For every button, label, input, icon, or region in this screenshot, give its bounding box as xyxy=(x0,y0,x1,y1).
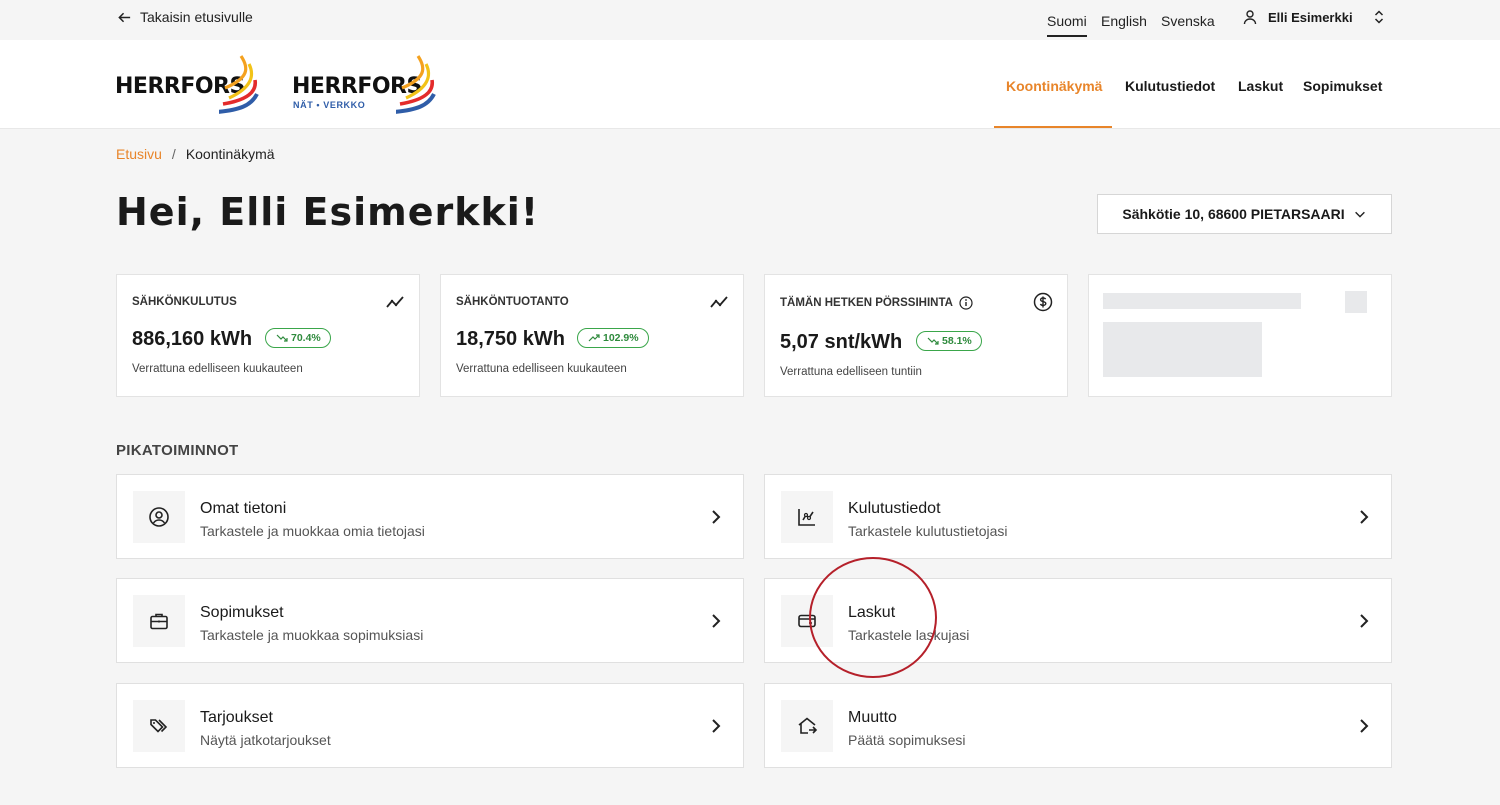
page-title: Hei, Elli Esimerkki! xyxy=(116,190,540,234)
chevron-right-icon xyxy=(1360,614,1369,628)
qa-icon-box xyxy=(133,491,185,543)
qa-subtitle: Tarkastele laskujasi xyxy=(848,627,970,643)
chevron-right-icon xyxy=(1360,510,1369,524)
chevron-right-icon xyxy=(1360,719,1369,733)
credit-card-icon xyxy=(798,614,816,628)
stat-value: 886,160 kWh xyxy=(132,328,253,350)
breadcrumb-current: Koontinäkymä xyxy=(185,146,275,162)
quick-actions-heading: PIKATOIMINNOT xyxy=(116,442,239,459)
nav-kulutustiedot[interactable]: Kulutustiedot xyxy=(1125,78,1215,94)
loading-skeleton-card xyxy=(1088,274,1392,397)
house-move-icon xyxy=(798,717,818,734)
logo-subtext: NÄT • VERKKO xyxy=(293,100,366,110)
chart-icon xyxy=(798,509,815,526)
quick-action-invoices[interactable]: Laskut Tarkastele laskujasi xyxy=(764,578,1392,663)
stat-card-spot-price: TÄMÄN HETKEN PÖRSSIHINTA 5,07 snt/kWh 58… xyxy=(764,274,1068,397)
user-name: Elli Esimerkki xyxy=(1268,9,1353,25)
lang-english[interactable]: English xyxy=(1101,13,1147,29)
change-value: 58.1% xyxy=(942,335,972,347)
address-selector[interactable]: Sähkötie 10, 68600 PIETARSAARI xyxy=(1097,194,1392,234)
qa-subtitle: Tarkastele kulutustietojasi xyxy=(848,523,1008,539)
tags-icon xyxy=(150,719,168,733)
stat-label: SÄHKÖNKULUTUS xyxy=(132,296,237,308)
quick-action-contracts[interactable]: Sopimukset Tarkastele ja muokkaa sopimuk… xyxy=(116,578,744,663)
quick-action-move[interactable]: Muutto Päätä sopimuksesi xyxy=(764,683,1392,768)
stat-card-consumption: SÄHKÖNKULUTUS 886,160 kWh 70.4% Verrattu… xyxy=(116,274,420,397)
chevron-right-icon xyxy=(712,510,721,524)
arrow-left-icon xyxy=(118,12,131,22)
qa-title: Omat tietoni xyxy=(200,500,287,517)
quick-action-consumption[interactable]: Kulutustiedot Tarkastele kulutustietojas… xyxy=(764,474,1392,559)
user-icon xyxy=(1243,10,1257,25)
herrfors-nat-verkko-logo[interactable]: HERRFORS NÄT • VERKKO xyxy=(292,54,437,116)
skeleton-block xyxy=(1103,322,1262,377)
chevron-down-icon xyxy=(1354,211,1365,218)
nav-laskut[interactable]: Laskut xyxy=(1238,78,1283,94)
qa-title: Laskut xyxy=(848,604,896,621)
back-link-label: Takaisin etusivulle xyxy=(140,9,253,25)
breadcrumb: Etusivu / Koontinäkymä xyxy=(116,146,275,162)
qa-subtitle: Tarkastele ja muokkaa omia tietojasi xyxy=(200,523,425,539)
chevron-right-icon xyxy=(712,719,721,733)
stat-value: 18,750 kWh xyxy=(456,328,565,350)
user-circle-icon xyxy=(149,507,169,527)
logo-swoosh-icon xyxy=(396,55,436,114)
qa-subtitle: Näytä jatkotarjoukset xyxy=(200,732,331,748)
stat-card-production: SÄHKÖNTUOTANTO 18,750 kWh 102.9% Verratt… xyxy=(440,274,744,397)
stat-note: Verrattuna edelliseen kuukauteen xyxy=(456,363,627,375)
change-value: 102.9% xyxy=(603,332,639,344)
trend-down-icon xyxy=(927,337,939,345)
user-menu[interactable]: Elli Esimerkki xyxy=(1242,9,1387,25)
qa-subtitle: Tarkastele ja muokkaa sopimuksiasi xyxy=(200,627,424,643)
address-value: Sähkötie 10, 68600 PIETARSAARI xyxy=(1122,206,1345,222)
breadcrumb-separator: / xyxy=(171,146,176,162)
trend-down-icon xyxy=(276,334,288,342)
nav-koontinakyma[interactable]: Koontinäkymä xyxy=(1006,78,1102,94)
stat-label: SÄHKÖNTUOTANTO xyxy=(456,296,569,308)
stat-value: 5,07 snt/kWh xyxy=(780,331,903,353)
stat-label: TÄMÄN HETKEN PÖRSSIHINTA xyxy=(780,297,953,309)
breadcrumb-home[interactable]: Etusivu xyxy=(116,146,162,162)
logo-swoosh-icon xyxy=(219,55,259,114)
skeleton-square xyxy=(1345,291,1367,313)
qa-title: Sopimukset xyxy=(200,604,284,621)
qa-title: Tarjoukset xyxy=(200,709,273,726)
info-icon[interactable] xyxy=(959,296,973,310)
change-badge: 70.4% xyxy=(265,328,331,348)
qa-icon-box xyxy=(133,700,185,752)
utility-bar: Takaisin etusivulle Suomi English Svensk… xyxy=(0,0,1500,40)
skeleton-bar xyxy=(1103,293,1301,309)
qa-icon-box xyxy=(781,491,833,543)
trend-line-icon xyxy=(386,296,404,308)
qa-title: Kulutustiedot xyxy=(848,500,941,517)
nav-sopimukset[interactable]: Sopimukset xyxy=(1303,78,1382,94)
chevron-right-icon xyxy=(712,614,721,628)
stat-note: Verrattuna edelliseen kuukauteen xyxy=(132,363,303,375)
quick-action-my-info[interactable]: Omat tietoni Tarkastele ja muokkaa omia … xyxy=(116,474,744,559)
lang-suomi[interactable]: Suomi xyxy=(1047,13,1087,37)
nav-active-indicator xyxy=(994,126,1112,128)
stat-label-row: TÄMÄN HETKEN PÖRSSIHINTA xyxy=(780,296,973,310)
lang-svenska[interactable]: Svenska xyxy=(1161,13,1215,29)
quick-action-offers[interactable]: Tarjoukset Näytä jatkotarjoukset xyxy=(116,683,744,768)
change-badge: 102.9% xyxy=(577,328,649,348)
change-badge: 58.1% xyxy=(916,331,982,351)
back-to-home-link[interactable]: Takaisin etusivulle xyxy=(117,9,253,25)
briefcase-icon xyxy=(150,613,168,630)
qa-icon-box xyxy=(133,595,185,647)
trend-line-icon xyxy=(710,296,728,308)
herrfors-logo[interactable]: HERRFORS xyxy=(115,54,260,116)
qa-icon-box xyxy=(781,700,833,752)
qa-subtitle: Päätä sopimuksesi xyxy=(848,732,966,748)
trend-up-icon xyxy=(588,334,600,342)
dollar-circle-icon xyxy=(1033,292,1053,312)
qa-title: Muutto xyxy=(848,709,897,726)
site-header: HERRFORS HERRFORS NÄT • VERKKO Koontinäk… xyxy=(0,40,1500,129)
qa-icon-box xyxy=(781,595,833,647)
chevron-updown-icon xyxy=(1374,10,1383,24)
change-value: 70.4% xyxy=(291,332,321,344)
stat-note: Verrattuna edelliseen tuntiin xyxy=(780,366,922,378)
